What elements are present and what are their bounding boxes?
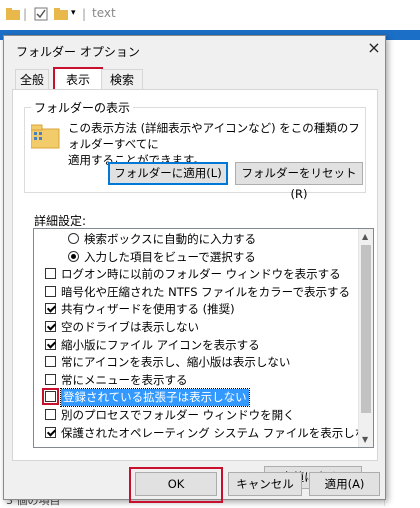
checkbox[interactable]	[45, 373, 56, 385]
checkbox-doc-icon[interactable]	[34, 7, 48, 21]
checkbox[interactable]	[45, 338, 56, 350]
radio-button[interactable]	[68, 233, 79, 244]
window-title: text	[92, 6, 116, 20]
scroll-down-icon[interactable]: ▼	[362, 435, 368, 444]
divider: |	[23, 7, 28, 21]
radio-button[interactable]	[68, 250, 79, 262]
checkbox[interactable]	[42, 388, 59, 406]
ok-button[interactable]: OK	[135, 472, 217, 496]
advanced-settings-list[interactable]: 検索ボックスに自動的に入力する 入力した項目をビューで選択するログオン時に以前のフ…	[33, 228, 374, 448]
advanced-setting-row[interactable]: 常にアイコンを表示し、縮小版は表示しない	[34, 354, 359, 371]
folder-view-label: フォルダーの表示	[31, 99, 134, 116]
advanced-setting-row[interactable]: 入力した項目をビューで選択する	[34, 249, 359, 266]
new-folder-icon[interactable]	[54, 7, 68, 21]
setting-label: 別のプロセスでフォルダー ウィンドウを開く	[61, 408, 295, 422]
explorer-titlebar: | ▾ | text	[0, 0, 420, 30]
qat-dropdown-icon[interactable]: ▾	[71, 8, 76, 18]
checkbox[interactable]	[45, 285, 56, 297]
setting-label: 暗号化や圧縮された NTFS ファイルをカラーで表示する	[61, 284, 350, 299]
view-tab-panel: フォルダーの表示 この表示方法 (詳細表示やアイコンなど) をこの種類のフォルダ…	[12, 89, 378, 489]
reset-folders-button[interactable]: フォルダーをリセット(R)	[235, 162, 363, 201]
checkbox[interactable]	[45, 426, 56, 438]
checkbox[interactable]	[45, 303, 56, 315]
checkbox[interactable]	[45, 321, 56, 332]
list-scrollbar[interactable]: ▲ ▼	[358, 229, 373, 447]
setting-label: 常にアイコンを表示し、縮小版は表示しない	[61, 355, 291, 370]
apply-to-folders-button[interactable]: フォルダーに適用(L)	[108, 162, 228, 185]
advanced-setting-row[interactable]: 常にメニューを表示する	[34, 372, 359, 389]
folder-view-icon	[31, 124, 60, 149]
advanced-setting-row[interactable]: 共有ウィザードを使用する (推奨)	[34, 301, 359, 318]
dialog-title: フォルダー オプション	[16, 45, 140, 59]
setting-label: 共有ウィザードを使用する (推奨)	[61, 302, 235, 317]
advanced-setting-row[interactable]: ログオン時に以前のフォルダー ウィンドウを表示する	[34, 266, 359, 283]
folder-view-description: この表示方法 (詳細表示やアイコンなど) をこの種類のフォルダーすべてに 適用す…	[68, 120, 368, 168]
scroll-up-icon[interactable]: ▲	[362, 232, 368, 241]
checkbox[interactable]	[45, 409, 56, 420]
setting-label: 空のドライブは表示しない	[61, 320, 199, 334]
tab-search[interactable]: 検索	[101, 69, 143, 90]
tab-general[interactable]: 全般	[15, 69, 49, 90]
setting-label: ログオン時に以前のフォルダー ウィンドウを表示する	[61, 267, 341, 282]
advanced-setting-row[interactable]: 別のプロセスでフォルダー ウィンドウを開く	[34, 407, 359, 424]
setting-label: 縮小版にファイル アイコンを表示する	[61, 337, 260, 352]
advanced-setting-row[interactable]: 登録されている拡張子は表示しない	[34, 388, 359, 408]
apply-button[interactable]: 適用(A)	[309, 472, 380, 496]
setting-label: 入力した項目をビューで選択する	[84, 249, 256, 264]
folder-icon	[6, 8, 20, 20]
cancel-button[interactable]: キャンセル	[228, 472, 302, 496]
setting-label: 常にメニューを表示する	[61, 372, 188, 387]
setting-label: 保護されたオペレーティング システム ファイルを表示しない (推奨)	[61, 425, 374, 440]
description-line: この表示方法 (詳細表示やアイコンなど) をこの種類のフォルダーすべてに	[68, 121, 360, 151]
folder-options-dialog: フォルダー オプション × 全般 表示 検索 フォルダーの表示 この表示方法 (…	[3, 35, 386, 503]
advanced-setting-row[interactable]: 縮小版にファイル アイコンを表示する	[34, 337, 359, 354]
advanced-settings-label: 詳細設定:	[34, 214, 87, 228]
advanced-setting-row[interactable]: 保護されたオペレーティング システム ファイルを表示しない (推奨)	[34, 425, 373, 442]
setting-label: 登録されている拡張子は表示しない	[60, 388, 250, 408]
divider: |	[82, 7, 87, 21]
checkbox[interactable]	[45, 268, 56, 280]
explorer-content	[384, 40, 420, 506]
advanced-setting-row[interactable]: 空のドライブは表示しない	[34, 319, 359, 336]
scrollbar-thumb[interactable]	[361, 245, 371, 413]
advanced-setting-row[interactable]: 検索ボックスに自動的に入力する	[34, 231, 359, 248]
checkbox[interactable]	[45, 356, 56, 368]
advanced-setting-row[interactable]: 暗号化や圧縮された NTFS ファイルをカラーで表示する	[34, 284, 359, 301]
setting-label: 検索ボックスに自動的に入力する	[84, 232, 257, 246]
close-icon[interactable]: ×	[366, 40, 382, 56]
